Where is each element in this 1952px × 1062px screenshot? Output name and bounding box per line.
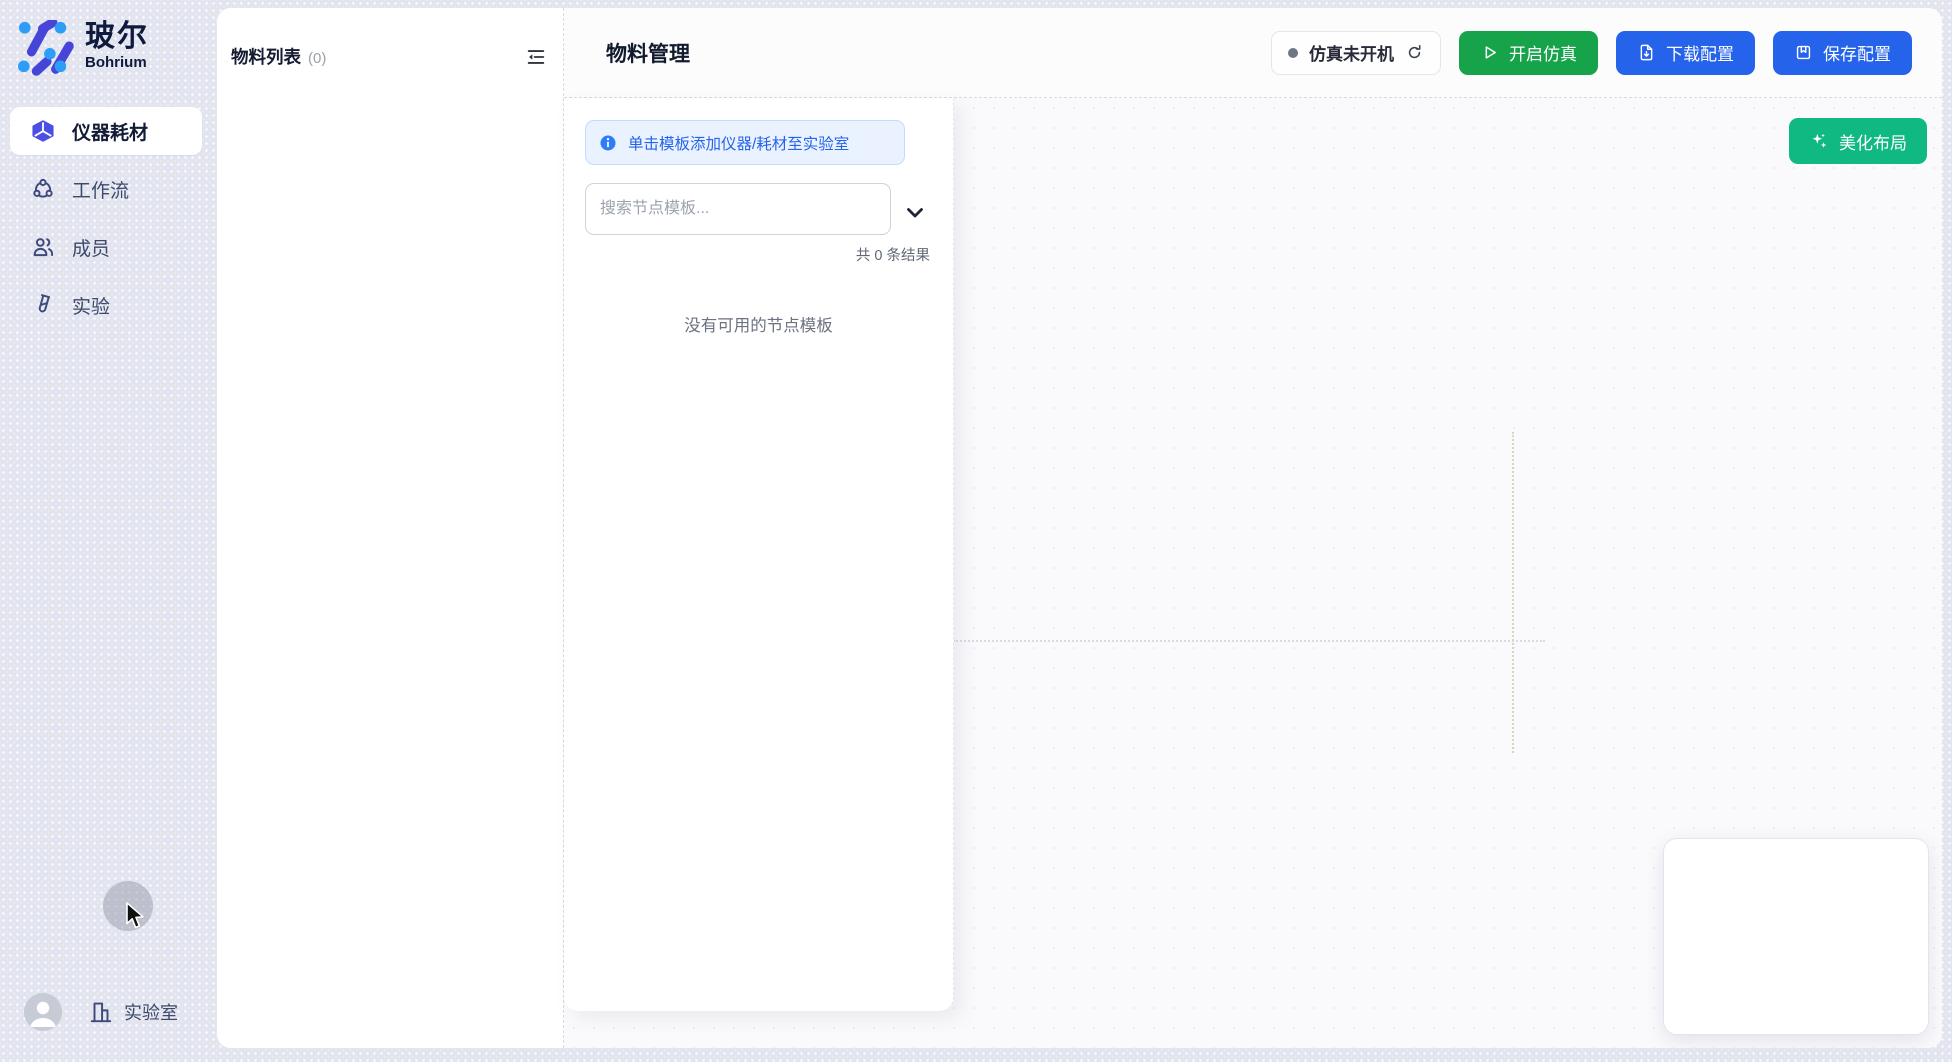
result-count: 共 0 条结果 [856, 244, 930, 265]
save-config-label: 保存配置 [1823, 40, 1891, 65]
avatar[interactable] [24, 993, 62, 1031]
sparkles-icon [1809, 131, 1829, 151]
cube-icon [30, 118, 56, 144]
beautify-layout-label: 美化布局 [1839, 129, 1907, 154]
search-input[interactable] [585, 183, 891, 235]
material-list-panel: 物料列表 (0) [217, 8, 564, 1048]
content-header: 物料管理 仿真未开机 [564, 8, 1942, 98]
workspace-switcher[interactable]: 实验室 [88, 999, 178, 1025]
sidebar-item-workflow[interactable]: 工作流 [10, 165, 202, 213]
members-icon [30, 234, 56, 260]
empty-templates-text: 没有可用的节点模板 [564, 312, 953, 336]
save-icon [1794, 43, 1813, 62]
chevron-down-icon[interactable] [903, 200, 927, 224]
sidebar-item-label: 仪器耗材 [72, 118, 148, 145]
brand-name-zh: 玻尔 [85, 20, 149, 54]
sidebar-item-experiment[interactable]: 实验 [10, 281, 202, 329]
simulation-status-label: 仿真未开机 [1309, 40, 1394, 65]
brand: 玻尔 Bohrium [18, 20, 149, 76]
brand-name-en: Bohrium [85, 54, 149, 72]
material-list-count: (0) [308, 50, 326, 67]
play-icon [1480, 43, 1499, 62]
collapse-panel-icon[interactable] [525, 46, 547, 68]
main-window: 物料列表 (0) 物料管理 仿真未开机 [217, 8, 1942, 1048]
bohrium-logo-icon [18, 20, 74, 76]
sidebar-item-members[interactable]: 成员 [10, 223, 202, 271]
info-icon [598, 133, 618, 153]
refresh-icon[interactable] [1405, 43, 1424, 62]
sidebar-item-label: 工作流 [72, 176, 129, 203]
lab-icon [88, 999, 114, 1025]
download-file-icon [1637, 43, 1656, 62]
template-hint-text: 单击模板添加仪器/耗材至实验室 [628, 132, 849, 154]
workspace-label: 实验室 [124, 999, 178, 1025]
minimap[interactable] [1663, 838, 1929, 1035]
page-title: 物料管理 [606, 38, 690, 68]
status-dot [1288, 48, 1298, 58]
workflow-icon [30, 176, 56, 202]
header-actions: 仿真未开机 开启仿真 [1271, 31, 1912, 75]
mouse-cursor [124, 901, 148, 931]
canvas-guide-horizontal [953, 640, 1545, 642]
experiment-icon [30, 292, 56, 318]
sidebar-item-label: 成员 [72, 234, 110, 261]
template-hint-banner: 单击模板添加仪器/耗材至实验室 [585, 120, 905, 165]
sidebar: 玻尔 Bohrium 仪器耗材 工作流 [0, 0, 213, 1062]
simulation-status-pill[interactable]: 仿真未开机 [1271, 31, 1441, 75]
beautify-layout-button[interactable]: 美化布局 [1789, 118, 1927, 164]
canvas-guide-vertical [1512, 432, 1514, 753]
template-panel: 单击模板添加仪器/耗材至实验室 共 0 条结果 没有可用的节点模板 [564, 98, 954, 1011]
start-simulation-button[interactable]: 开启仿真 [1459, 31, 1598, 75]
download-config-label: 下载配置 [1666, 40, 1734, 65]
sidebar-item-instruments[interactable]: 仪器耗材 [10, 107, 202, 155]
download-config-button[interactable]: 下载配置 [1616, 31, 1755, 75]
start-simulation-label: 开启仿真 [1509, 40, 1577, 65]
save-config-button[interactable]: 保存配置 [1773, 31, 1912, 75]
content-area: 物料管理 仿真未开机 [564, 8, 1942, 1048]
sidebar-nav: 仪器耗材 工作流 成员 [10, 107, 202, 339]
lab-canvas[interactable]: 单击模板添加仪器/耗材至实验室 共 0 条结果 没有可用的节点模板 [564, 98, 1942, 1048]
app-root: { "brand": { "name_zh": "玻尔", "name_en":… [0, 0, 1952, 1062]
material-list-header: 物料列表 (0) [217, 8, 563, 69]
material-list-title: 物料列表 [231, 44, 301, 69]
sidebar-item-label: 实验 [72, 292, 110, 319]
